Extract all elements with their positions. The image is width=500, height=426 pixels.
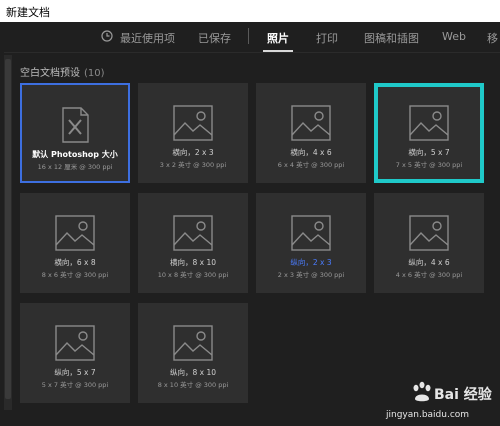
tab-recent[interactable]: 最近使用项 <box>120 30 175 46</box>
preset-dimensions: 7 x 5 英寸 @ 300 ppi <box>395 161 463 169</box>
preset-dimensions: 4 x 6 英寸 @ 300 ppi <box>395 271 463 279</box>
preset-name: 横向，6 x 8 <box>54 258 96 267</box>
preset-name: 纵向，5 x 7 <box>54 368 96 377</box>
image-icon <box>55 215 95 251</box>
image-icon <box>55 325 95 361</box>
preset-card[interactable]: 纵向，4 x 6 4 x 6 英寸 @ 300 ppi <box>374 193 484 293</box>
preset-card[interactable]: 默认 Photoshop 大小 16 x 12 厘米 @ 300 ppi <box>20 83 130 183</box>
tab-saved[interactable]: 已保存 <box>198 30 231 46</box>
watermark-brand: Bai 经验 <box>434 387 492 403</box>
image-icon <box>173 215 213 251</box>
document-brush-icon <box>55 107 95 143</box>
preset-name: 纵向，2 x 3 <box>290 258 332 267</box>
scrollbar-thumb[interactable] <box>5 59 11 399</box>
preset-dimensions: 3 x 2 英寸 @ 300 ppi <box>159 161 227 169</box>
preset-card[interactable]: 横向，8 x 10 10 x 8 英寸 @ 300 ppi <box>138 193 248 293</box>
image-icon <box>291 215 331 251</box>
window-title: 新建文档 <box>6 6 50 19</box>
preset-dimensions: 8 x 10 英寸 @ 300 ppi <box>157 381 229 389</box>
preset-dimensions: 8 x 6 英寸 @ 300 ppi <box>41 271 109 279</box>
vertical-scrollbar[interactable] <box>4 55 12 410</box>
section-title: 空白文档预设 (10) <box>20 64 105 79</box>
tab-print[interactable]: 打印 <box>316 30 338 46</box>
preset-card[interactable]: 横向，5 x 7 7 x 5 英寸 @ 300 ppi <box>374 83 484 183</box>
image-icon <box>409 215 449 251</box>
preset-card[interactable]: 纵向，2 x 3 2 x 3 英寸 @ 300 ppi <box>256 193 366 293</box>
section-title-text: 空白文档预设 <box>20 68 80 79</box>
tab-art-illustration[interactable]: 图稿和插图 <box>364 30 419 46</box>
tab-web[interactable]: Web <box>442 30 466 43</box>
preset-card[interactable]: 横向，2 x 3 3 x 2 英寸 @ 300 ppi <box>138 83 248 183</box>
preset-name: 纵向，8 x 10 <box>169 368 217 377</box>
preset-card[interactable]: 横向，4 x 6 6 x 4 英寸 @ 300 ppi <box>256 83 366 183</box>
image-icon <box>409 105 449 141</box>
image-icon <box>173 105 213 141</box>
window-titlebar: 新建文档 <box>0 0 500 22</box>
image-icon <box>173 325 213 361</box>
preset-card[interactable]: 纵向，5 x 7 5 x 7 英寸 @ 300 ppi <box>20 303 130 403</box>
preset-name: 横向，8 x 10 <box>169 258 217 267</box>
divider <box>4 52 500 53</box>
section-count: (10) <box>84 68 105 79</box>
preset-card[interactable]: 纵向，8 x 10 8 x 10 英寸 @ 300 ppi <box>138 303 248 403</box>
category-tabs: 最近使用项 已保存 照片 打印 图稿和插图 Web 移 <box>0 22 500 52</box>
image-icon <box>291 105 331 141</box>
preset-card[interactable]: 横向，6 x 8 8 x 6 英寸 @ 300 ppi <box>20 193 130 293</box>
tab-mobile[interactable]: 移 <box>487 30 498 46</box>
preset-dimensions: 2 x 3 英寸 @ 300 ppi <box>277 271 345 279</box>
preset-name: 横向，4 x 6 <box>290 148 332 157</box>
watermark-url: jingyan.baidu.com <box>386 410 470 420</box>
preset-dimensions: 16 x 12 厘米 @ 300 ppi <box>37 163 113 171</box>
clock-icon <box>101 30 113 42</box>
tab-separator <box>248 28 249 44</box>
preset-name: 默认 Photoshop 大小 <box>32 150 118 159</box>
preset-name: 横向，2 x 3 <box>172 148 214 157</box>
preset-dimensions: 5 x 7 英寸 @ 300 ppi <box>41 381 109 389</box>
paw-icon <box>413 381 431 402</box>
tab-photo[interactable]: 照片 <box>267 30 289 46</box>
preset-name: 纵向，4 x 6 <box>408 258 450 267</box>
preset-dimensions: 10 x 8 英寸 @ 300 ppi <box>157 271 229 279</box>
preset-dimensions: 6 x 4 英寸 @ 300 ppi <box>277 161 345 169</box>
preset-name: 横向，5 x 7 <box>408 148 450 157</box>
